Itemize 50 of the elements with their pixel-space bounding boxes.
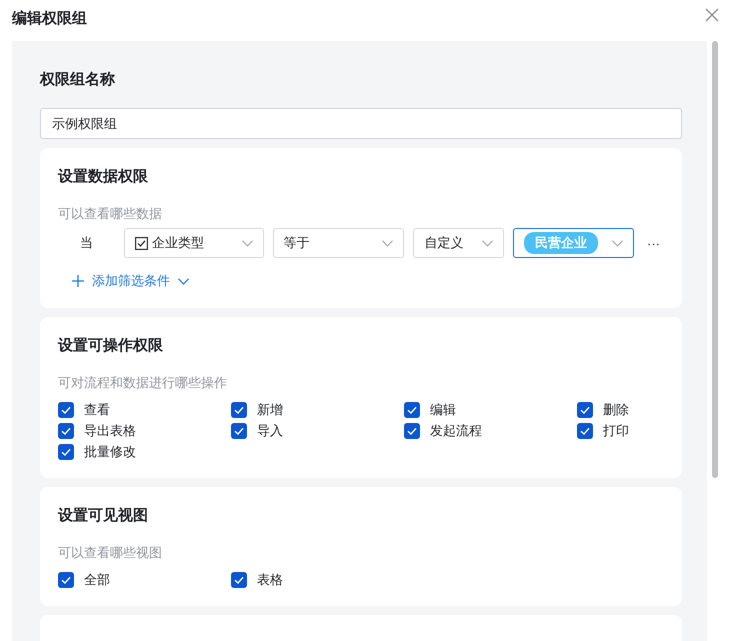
section-title: 设置可见视图 — [58, 507, 149, 525]
field-label: 权限组名称 — [40, 70, 116, 90]
select-value: 自定义 — [424, 234, 464, 252]
dropdown-select[interactable]: 等于 — [272, 228, 404, 258]
checkbox-label: 批量修改 — [84, 444, 136, 460]
caret-icon — [612, 240, 623, 246]
add-filter-button[interactable]: 添加筛选条件 — [72, 272, 189, 290]
dropdown-select[interactable]: 企业类型 — [124, 228, 264, 258]
select-value: 等于 — [284, 234, 311, 252]
checkbox-label: 查看 — [84, 402, 110, 418]
section-title: 设置可操作权限 — [58, 337, 164, 355]
caret-icon — [178, 278, 189, 284]
checkbox-label: 新增 — [257, 402, 283, 418]
checkbox[interactable] — [231, 572, 247, 588]
dialog-title: 编辑权限组 — [12, 9, 87, 28]
select-value: 企业类型 — [152, 234, 205, 252]
checkbox[interactable] — [231, 423, 247, 439]
checkbox[interactable] — [58, 444, 74, 460]
checkbox-label: 导出表格 — [84, 423, 136, 439]
checkbox-label: 打印 — [603, 423, 629, 439]
checkbox[interactable] — [404, 423, 420, 439]
section-subtitle: 可对流程和数据进行哪些操作 — [58, 374, 228, 391]
scrollbar-thumb[interactable] — [712, 41, 718, 478]
caret-icon — [242, 240, 253, 246]
section-subtitle: 可以查看哪些视图 — [58, 544, 163, 561]
tag-chip: 民营企业 — [524, 232, 598, 254]
checkbox[interactable] — [231, 402, 247, 418]
more-button[interactable]: ··· — [643, 236, 664, 250]
checkbox-label: 编辑 — [430, 402, 456, 418]
checkbox[interactable] — [58, 402, 74, 418]
checkbox[interactable] — [58, 423, 74, 439]
checkbox-label: 全部 — [84, 572, 110, 588]
caret-icon — [382, 240, 394, 246]
checkbox-label: 发起流程 — [430, 423, 482, 439]
checkbox[interactable] — [58, 572, 74, 588]
close-icon[interactable] — [705, 8, 719, 22]
checkbox-icon — [134, 236, 148, 250]
condition-label: 当 — [79, 234, 94, 252]
section-subtitle: 可以查看哪些数据 — [58, 205, 163, 222]
caret-icon — [482, 240, 494, 246]
dropdown-select[interactable]: 自定义 — [413, 228, 504, 258]
name-input-field[interactable]: 示例权限组 — [40, 108, 682, 139]
checkbox-label: 导入 — [257, 423, 283, 439]
checkbox[interactable] — [404, 402, 420, 418]
checkbox[interactable] — [577, 423, 593, 439]
checkbox[interactable] — [577, 402, 593, 418]
section-title: 设置数据权限 — [58, 168, 149, 186]
plus-icon — [72, 275, 84, 287]
checkbox-label: 删除 — [603, 402, 629, 418]
checkbox-label: 表格 — [257, 572, 283, 588]
